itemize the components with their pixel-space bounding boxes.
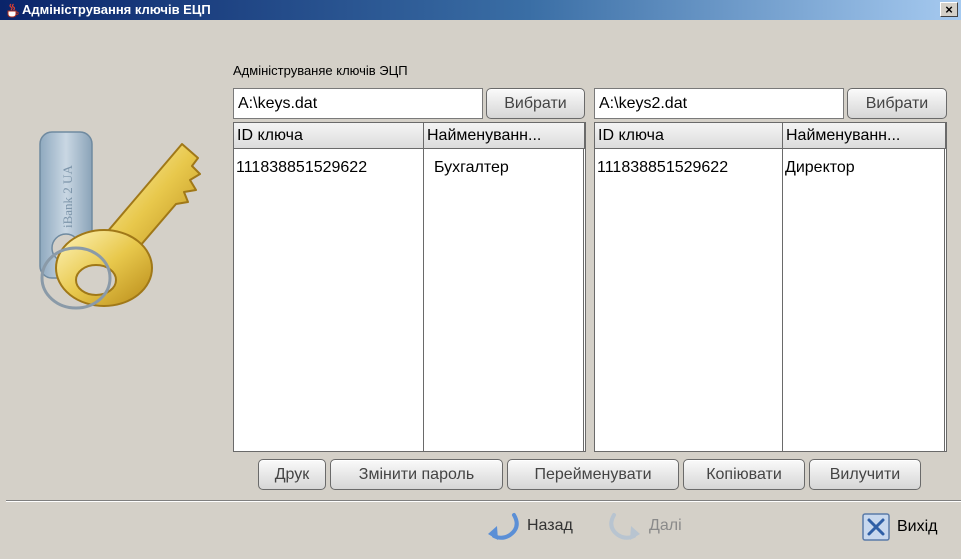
column-divider [782,149,783,451]
print-button[interactable]: Друк [258,459,326,490]
section-label: Адмініструваняе ключів ЭЦП [233,63,408,78]
close-button[interactable]: × [940,2,958,17]
close-icon: × [945,2,953,17]
column-header-id[interactable]: ID ключа [234,123,424,149]
column-divider [944,149,945,451]
back-arrow-icon [488,513,519,540]
right-choose-button[interactable]: Вибрати [847,88,947,119]
exit-label: Вихід [897,518,938,535]
column-header-id[interactable]: ID ключа [595,123,783,149]
change-password-button[interactable]: Змінити пароль [330,459,503,490]
left-keys-table[interactable]: ID ключа Найменуванн... 111838851529622 … [233,122,586,452]
exit-icon [862,513,890,541]
next-button[interactable]: Далі [606,512,706,540]
left-file-path-input[interactable] [233,88,483,119]
column-divider [423,149,424,451]
logo-text: iBank 2 UA [60,165,75,228]
java-cup-icon [5,2,21,18]
next-arrow-icon [609,513,640,540]
back-button[interactable]: Назад [484,512,600,540]
table-cell-id[interactable]: 111838851529622 [236,159,367,177]
key-logo: iBank 2 UA [32,118,222,333]
table-cell-name[interactable]: Директор [785,159,855,177]
column-header-name[interactable]: Найменуванн... [424,123,585,149]
back-label: Назад [527,517,573,534]
rename-button[interactable]: Перейменувати [507,459,679,490]
next-label: Далі [649,517,682,534]
title-bar[interactable]: Адміністрування ключів ЕЦП × [0,0,961,20]
column-header-name[interactable]: Найменуванн... [783,123,946,149]
right-file-path-input[interactable] [594,88,844,119]
column-divider [583,149,584,451]
table-cell-name[interactable]: Бухгалтер [434,159,509,177]
left-choose-button[interactable]: Вибрати [486,88,585,119]
delete-button[interactable]: Вилучити [809,459,921,490]
copy-button[interactable]: Копіювати [683,459,805,490]
window-title: Адміністрування ключів ЕЦП [22,2,211,17]
footer-divider [6,500,961,502]
table-cell-id[interactable]: 111838851529622 [597,159,728,177]
right-keys-table[interactable]: ID ключа Найменуванн... 111838851529622 … [594,122,947,452]
